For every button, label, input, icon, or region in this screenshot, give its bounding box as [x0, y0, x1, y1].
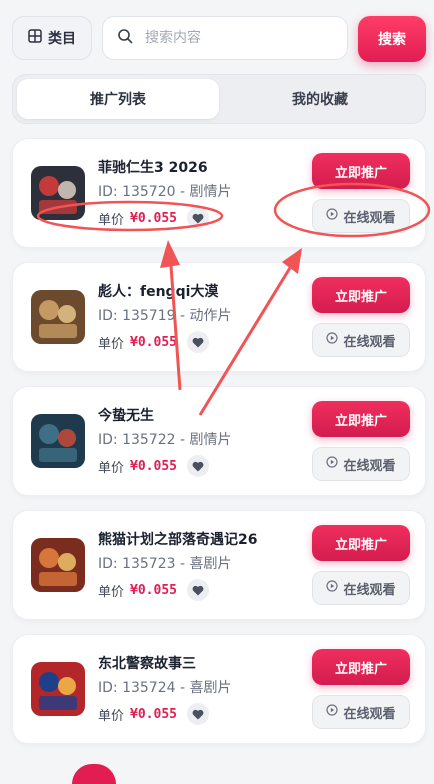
floating-button-edge[interactable]: [72, 764, 116, 784]
price-value: ¥0.055: [130, 706, 177, 722]
heart-icon[interactable]: [186, 703, 209, 725]
price-label: 单价: [98, 584, 125, 600]
play-circle-icon: [326, 208, 339, 224]
play-circle-icon: [326, 580, 339, 596]
price-row: 单价 ¥0.055: [98, 703, 209, 725]
movie-poster[interactable]: [31, 414, 85, 468]
tab-promotion-list[interactable]: 推广列表: [17, 79, 219, 119]
list-item: 东北警察故事三 ID: 135724 - 喜剧片 单价 ¥0.055 立即推广 …: [12, 634, 426, 744]
category-button[interactable]: 类目: [12, 16, 92, 60]
search-icon: [117, 28, 133, 48]
watch-online-button[interactable]: 在线观看: [312, 447, 410, 481]
watch-online-button[interactable]: 在线观看: [312, 199, 410, 233]
category-label: 类目: [48, 31, 76, 47]
list-item: 彪人：fengqi大漠 ID: 135719 - 动作片 单价 ¥0.055 立…: [12, 262, 426, 372]
price-label: 单价: [98, 212, 125, 228]
watch-online-button[interactable]: 在线观看: [312, 695, 410, 729]
promote-button[interactable]: 立即推广: [312, 277, 410, 313]
price-value: ¥0.055: [130, 458, 177, 474]
watch-online-button[interactable]: 在线观看: [312, 571, 410, 605]
movie-id-genre: ID: 135722 - 剧情片: [98, 432, 232, 448]
watch-label: 在线观看: [343, 334, 396, 350]
watch-online-button[interactable]: 在线观看: [312, 323, 410, 357]
movie-poster[interactable]: [31, 166, 85, 220]
price-value: ¥0.055: [130, 210, 177, 226]
movie-title[interactable]: 熊猫计划之部落奇遇记26: [98, 529, 257, 549]
heart-icon[interactable]: [186, 207, 209, 229]
movie-poster[interactable]: [31, 538, 85, 592]
list-item: 熊猫计划之部落奇遇记26 ID: 135723 - 喜剧片 单价 ¥0.055 …: [12, 510, 426, 620]
play-circle-icon: [326, 704, 339, 720]
promote-button[interactable]: 立即推广: [312, 525, 410, 561]
price-row: 单价 ¥0.055: [98, 455, 209, 477]
movie-id-genre: ID: 135719 - 动作片: [98, 308, 232, 324]
movie-poster[interactable]: [31, 662, 85, 716]
price-row: 单价 ¥0.055: [98, 207, 209, 229]
promote-button[interactable]: 立即推广: [312, 649, 410, 685]
promote-button[interactable]: 立即推广: [312, 153, 410, 189]
price-row: 单价 ¥0.055: [98, 579, 209, 601]
price-value: ¥0.055: [130, 334, 177, 350]
movie-title[interactable]: 彪人：fengqi大漠: [98, 281, 218, 301]
price-label: 单价: [98, 708, 125, 724]
price-label: 单价: [98, 336, 125, 352]
heart-icon[interactable]: [186, 455, 209, 477]
heart-icon[interactable]: [186, 331, 209, 353]
movie-id-genre: ID: 135724 - 喜剧片: [98, 680, 232, 696]
promote-button[interactable]: 立即推广: [312, 401, 410, 437]
movie-title[interactable]: 今蛰无生: [98, 405, 154, 425]
list-item: 今蛰无生 ID: 135722 - 剧情片 单价 ¥0.055 立即推广 在线观…: [12, 386, 426, 496]
search-input[interactable]: [143, 29, 327, 47]
top-bar: 类目 搜索: [12, 16, 426, 62]
search-box[interactable]: [102, 16, 348, 60]
watch-label: 在线观看: [343, 706, 396, 722]
movie-poster[interactable]: [31, 290, 85, 344]
list-item: 菲驰仁生3 2026 ID: 135720 - 剧情片 单价 ¥0.055 立即…: [12, 138, 426, 248]
tab-my-favorites[interactable]: 我的收藏: [219, 79, 421, 119]
grid-icon: [28, 29, 42, 47]
tab-bar: 推广列表 我的收藏: [12, 74, 426, 124]
price-label: 单价: [98, 460, 125, 476]
search-button[interactable]: 搜索: [358, 16, 426, 62]
movie-title[interactable]: 东北警察故事三: [98, 653, 196, 673]
watch-label: 在线观看: [343, 210, 396, 226]
watch-label: 在线观看: [343, 458, 396, 474]
play-circle-icon: [326, 456, 339, 472]
movie-id-genre: ID: 135720 - 剧情片: [98, 184, 232, 200]
movie-title[interactable]: 菲驰仁生3 2026: [98, 157, 208, 177]
watch-label: 在线观看: [343, 582, 396, 598]
price-row: 单价 ¥0.055: [98, 331, 209, 353]
price-value: ¥0.055: [130, 582, 177, 598]
play-circle-icon: [326, 332, 339, 348]
heart-icon[interactable]: [186, 579, 209, 601]
movie-id-genre: ID: 135723 - 喜剧片: [98, 556, 232, 572]
